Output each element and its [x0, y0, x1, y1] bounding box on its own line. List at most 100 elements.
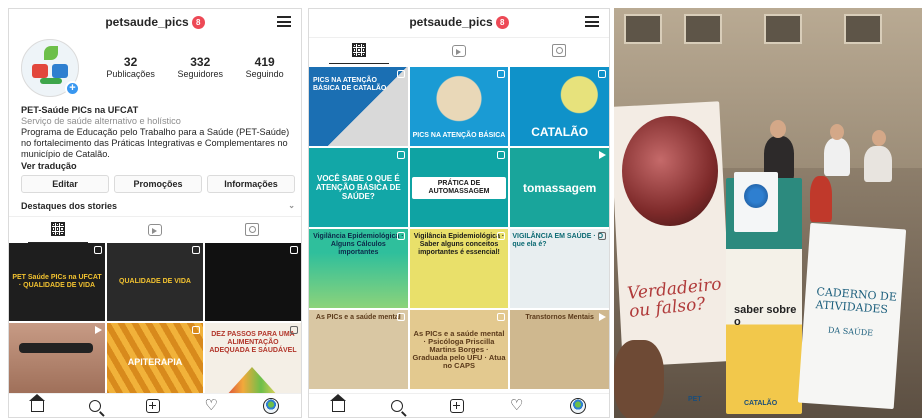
post-thumbnail[interactable]: PET Saúde PICs na UFCAT · QUALIDADE DE V… — [9, 243, 105, 321]
see-translation-link[interactable]: Ver tradução — [21, 161, 297, 172]
hand-holding-leaflets — [614, 340, 664, 418]
tab-grid[interactable] — [329, 38, 389, 64]
profile-tabs — [9, 216, 301, 243]
feed-post-grid: PICS NA ATENÇÃO BÁSICA DE CATALÃO PICS N… — [309, 67, 609, 389]
virus-illustration-icon — [622, 116, 718, 226]
post-thumbnail[interactable] — [205, 243, 301, 321]
post-thumbnail[interactable]: Vigilância Epidemiológica · Alguns Cálcu… — [309, 229, 408, 308]
virus-blue-icon — [744, 184, 768, 208]
post-thumbnail[interactable]: CATALÃO — [510, 67, 609, 146]
post-thumbnail[interactable]: QUALIDADE DE VIDA — [107, 243, 203, 321]
tagged-icon — [552, 44, 566, 57]
carousel-icon — [396, 313, 405, 321]
search-icon[interactable] — [89, 399, 102, 412]
grid-icon — [352, 43, 366, 57]
bottom-navigation: ♡ — [309, 393, 609, 417]
profile-stats: 32 Publicações 332 Seguidores 419 Seguin… — [95, 55, 295, 79]
menu-icon[interactable] — [277, 16, 291, 27]
stat-posts[interactable]: 32 Publicações — [106, 55, 155, 79]
carousel-icon — [497, 313, 506, 321]
carousel-icon — [396, 151, 405, 159]
profile-avatar[interactable]: + — [21, 39, 85, 99]
carousel-icon — [497, 232, 506, 240]
carousel-icon — [192, 246, 200, 254]
carousel-icon — [192, 326, 200, 334]
tab-igtv[interactable] — [429, 38, 489, 64]
menu-icon[interactable] — [585, 16, 599, 27]
activity-heart-icon[interactable]: ♡ — [510, 398, 523, 413]
stat-followers[interactable]: 332 Seguidores — [177, 55, 223, 79]
pet-logo: PET — [688, 396, 702, 403]
igtv-icon — [147, 223, 162, 236]
profile-bio: PET-Saúde PICs na UFCAT Serviço de saúde… — [21, 105, 297, 172]
window — [624, 14, 662, 44]
info-button[interactable]: Informações — [207, 175, 295, 193]
person-figure — [824, 138, 850, 176]
profile-post-grid: PET Saúde PICs na UFCAT · QUALIDADE DE V… — [9, 243, 301, 401]
person-head — [872, 130, 886, 146]
activity-heart-icon[interactable]: ♡ — [204, 398, 217, 413]
igtv-icon — [452, 44, 466, 57]
new-post-icon[interactable] — [145, 398, 160, 413]
post-thumbnail[interactable]: PICS NA ATENÇÃO BÁSICA — [409, 67, 509, 146]
carousel-icon — [396, 232, 405, 240]
carousel-icon — [290, 246, 298, 254]
carousel-icon — [94, 246, 102, 254]
promotions-button[interactable]: Promoções — [114, 175, 202, 193]
video-icon — [598, 151, 606, 159]
story-highlights[interactable]: Destaques dos stories ⌄ — [21, 201, 295, 211]
tab-grid[interactable] — [27, 217, 88, 243]
profile-bio-text: Programa de Educação pelo Trabalho para … — [21, 127, 290, 159]
carousel-icon — [597, 232, 606, 240]
post-thumbnail[interactable]: APITERAPIA — [107, 323, 203, 401]
post-thumbnail[interactable]: Vigilância Epidemiológica · Saber alguns… — [409, 229, 509, 308]
profile-category: Serviço de saúde alternativo e holístico — [21, 116, 181, 126]
post-thumbnail[interactable] — [9, 323, 105, 401]
post-thumbnail[interactable]: tomassagem — [510, 148, 609, 227]
tab-igtv[interactable] — [125, 217, 185, 243]
post-thumbnail[interactable]: As PICs e a saúde mental — [309, 310, 408, 389]
profile-top-bar: petsaude_pics 8 — [9, 9, 301, 35]
home-icon[interactable] — [29, 393, 46, 412]
post-thumbnail[interactable]: VIGILÂNCIA EM SAÚDE · O que ela é? — [510, 229, 609, 308]
home-icon[interactable] — [330, 393, 347, 412]
profile-screen: petsaude_pics 8 + 32 Publicações 332 Seg… — [8, 8, 302, 418]
post-thumbnail[interactable]: PICS NA ATENÇÃO BÁSICA DE CATALÃO — [309, 67, 408, 146]
video-icon — [95, 326, 102, 334]
notification-badge[interactable]: 8 — [495, 15, 509, 29]
tab-tagged[interactable] — [529, 38, 589, 64]
tagged-icon — [245, 223, 260, 236]
profile-actions: Editar Promoções Informações — [21, 175, 295, 193]
person-head — [830, 124, 844, 140]
new-post-icon[interactable] — [449, 398, 464, 413]
bottom-navigation: ♡ — [9, 393, 301, 417]
person-figure — [864, 146, 892, 182]
chevron-down-icon[interactable]: ⌄ — [288, 201, 295, 211]
profile-avatar-icon[interactable] — [569, 397, 586, 414]
post-thumbnail[interactable]: Transtornos Mentais — [510, 310, 609, 389]
window — [844, 14, 882, 44]
carousel-icon — [497, 151, 506, 159]
post-thumbnail[interactable]: PRÁTICA DE AUTOMASSAGEM — [409, 148, 509, 227]
post-thumbnail[interactable]: As PICs e a saúde mental · Psicóloga Pri… — [409, 310, 509, 389]
edit-profile-button[interactable]: Editar — [21, 175, 109, 193]
profile-username[interactable]: petsaude_pics — [105, 15, 188, 29]
leaflet-subtitle: saber sobre o — [734, 304, 797, 328]
add-story-icon[interactable]: + — [65, 81, 80, 96]
post-thumbnail[interactable]: DEZ PASSOS PARA UMA ALIMENTAÇÃO ADEQUADA… — [205, 323, 301, 401]
glasses-icon — [19, 343, 93, 353]
carousel-icon — [396, 70, 405, 78]
carousel-icon — [290, 326, 298, 334]
stat-following[interactable]: 419 Seguindo — [246, 55, 284, 79]
profile-avatar-icon[interactable] — [262, 397, 279, 414]
tab-tagged[interactable] — [222, 217, 282, 243]
search-icon[interactable] — [391, 399, 404, 412]
notification-badge[interactable]: 8 — [191, 15, 205, 29]
event-photo: Verdadeiro ou falso? saber sobre o CADER… — [614, 8, 922, 418]
grid-username[interactable]: petsaude_pics — [409, 15, 492, 29]
grid-icon — [50, 222, 65, 236]
grid-top-bar: petsaude_pics 8 — [309, 9, 609, 35]
post-thumbnail[interactable]: VOCÊ SABE O QUE É ATENÇÃO BÁSICA DE SAÚD… — [309, 148, 408, 227]
window — [684, 14, 722, 44]
profile-grid-screen: petsaude_pics 8 PICS NA ATENÇÃO BÁSICA D… — [308, 8, 610, 418]
